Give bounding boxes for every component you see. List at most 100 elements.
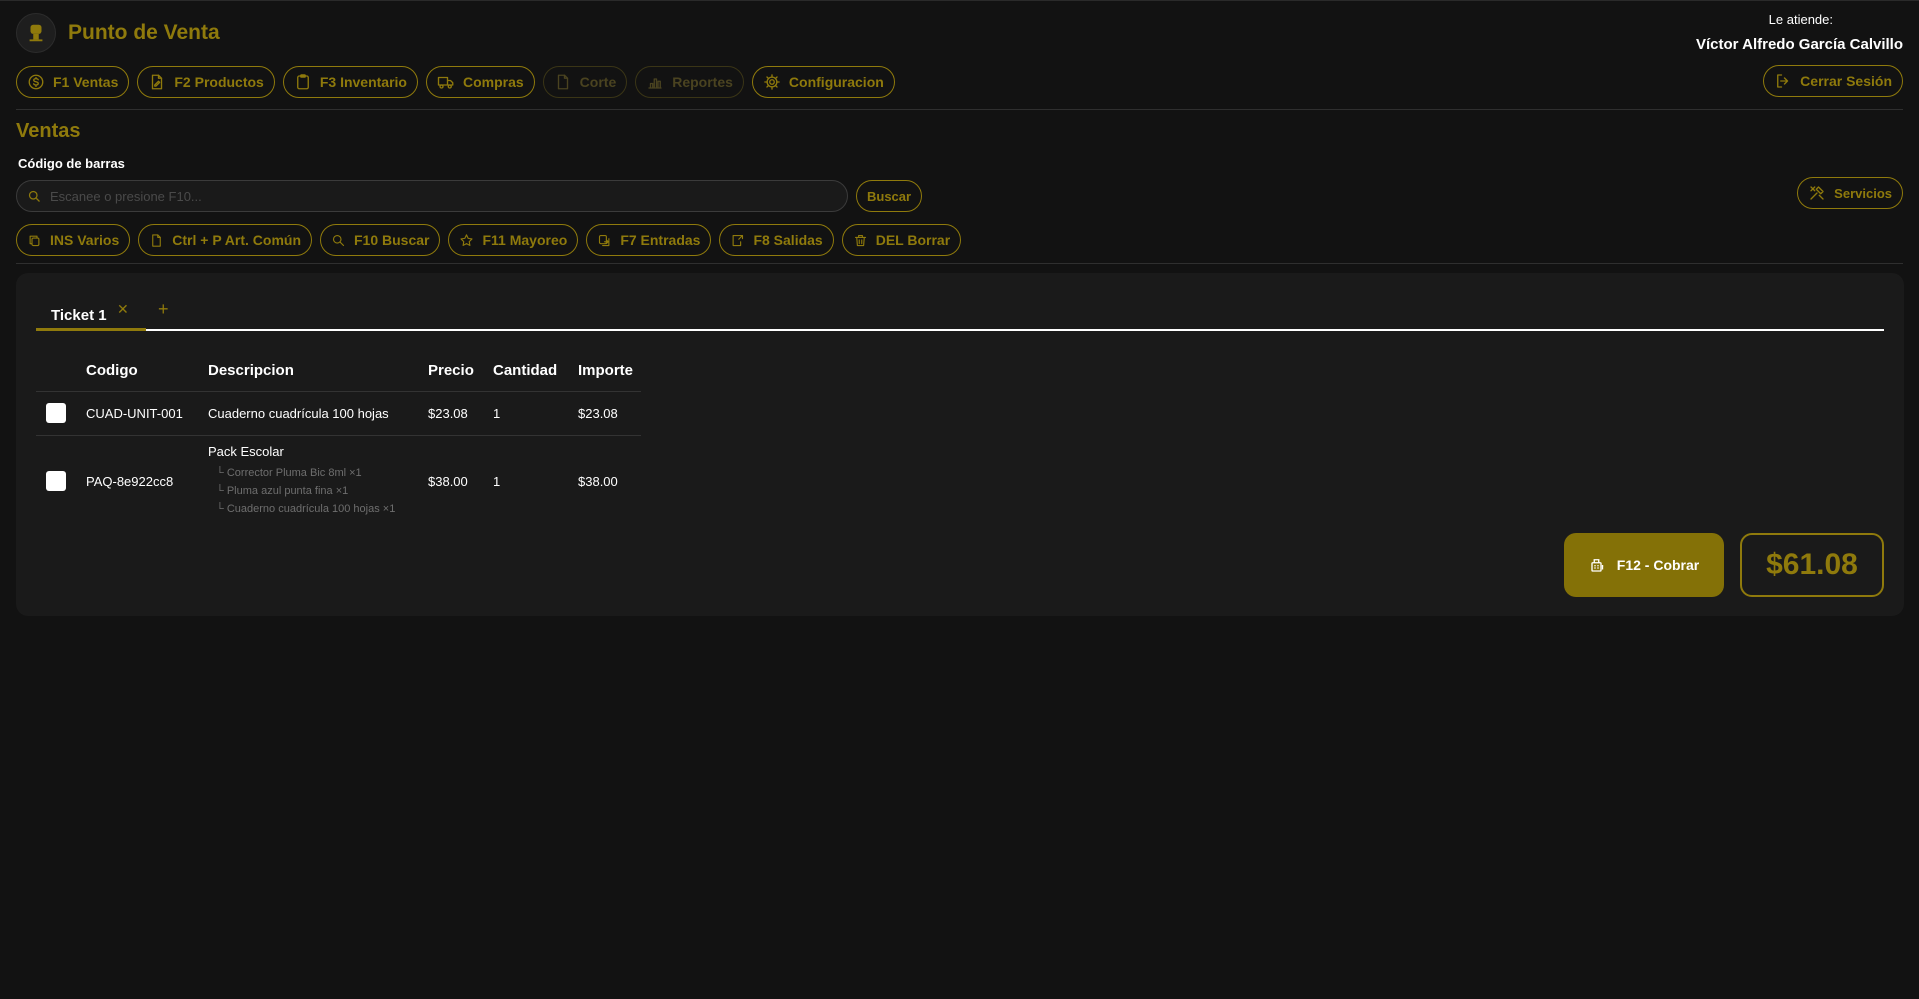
logout-button[interactable]: Cerrar Sesión <box>1763 65 1903 97</box>
exit-icon <box>733 234 744 246</box>
row-select-cell <box>36 435 78 527</box>
dollar-icon <box>28 74 44 90</box>
clipboard-icon <box>296 74 309 90</box>
action-buscar[interactable]: F10 Buscar <box>320 224 441 256</box>
table-header-row: Codigo Descripcion Precio Cantidad Impor… <box>36 351 642 392</box>
row-checkbox[interactable] <box>46 471 66 492</box>
header-divider <box>16 109 1903 110</box>
action-entradas[interactable]: F7 Entradas <box>586 224 712 256</box>
cash-register-icon <box>1591 559 1604 572</box>
nav-productos[interactable]: F2 Productos <box>137 66 275 98</box>
action-label: F11 Mayoreo <box>482 232 568 248</box>
action-mayoreo[interactable]: F11 Mayoreo <box>448 224 579 256</box>
action-label: DEL Borrar <box>875 232 951 248</box>
search-icon <box>28 190 40 202</box>
action-salidas[interactable]: F8 Salidas <box>719 224 834 256</box>
file-icon <box>557 74 568 90</box>
nav-configuracion[interactable]: Configuracion <box>751 66 895 98</box>
file-icon <box>152 233 162 247</box>
cell-price: $38.00 <box>428 473 468 489</box>
nav-configuracion-label: Configuracion <box>788 74 884 90</box>
nav-reportes-label: Reportes <box>672 74 733 90</box>
nav-productos-label: F2 Productos <box>174 74 264 90</box>
nav-inventario-label: F3 Inventario <box>319 74 407 90</box>
nav-ventas-label: F1 Ventas <box>53 74 119 90</box>
logout-icon <box>1777 74 1789 88</box>
app-title: Punto de Venta <box>68 21 220 44</box>
header-codigo: Codigo <box>78 351 200 392</box>
user-info: Le atiende: Víctor Alfredo García Calvil… <box>1696 12 1903 53</box>
package-component: └ Cuaderno cuadrícula 100 hojas ×1 <box>216 503 396 516</box>
total-amount: $61.08 <box>1740 533 1884 597</box>
barcode-input[interactable] <box>50 188 847 204</box>
close-icon[interactable]: ✕ <box>117 301 129 318</box>
tab-label: Ticket 1 <box>51 307 107 324</box>
ticket-panel: Ticket 1 ✕ + Codigo Descripcion Precio C… <box>16 273 1904 616</box>
action-label: INS Varios <box>50 232 120 248</box>
search-button[interactable]: Buscar <box>856 180 923 212</box>
cell-code: PAQ-8e922cc8 <box>86 473 174 489</box>
servicios-button[interactable]: Servicios <box>1797 177 1903 209</box>
table-row[interactable]: CUAD-UNIT-001 Cuaderno cuadrícula 100 ho… <box>36 391 642 436</box>
cell-qty: 1 <box>485 391 570 436</box>
package-component: └ Pluma azul punta fina ×1 <box>216 485 349 498</box>
servicios-label: Servicios <box>1834 185 1892 201</box>
cell-qty: 1 <box>493 473 501 489</box>
app-header: Punto de Venta <box>16 13 220 53</box>
barcode-search <box>16 180 848 212</box>
ticket-table: Codigo Descripcion Precio Cantidad Impor… <box>36 351 642 527</box>
logout-label: Cerrar Sesión <box>1800 73 1892 89</box>
nav-corte[interactable]: Corte <box>542 66 628 98</box>
truck-icon <box>437 76 454 89</box>
cell-description: Cuaderno cuadrícula 100 hojas <box>200 391 420 436</box>
nav-corte-label: Corte <box>579 74 617 90</box>
header-cantidad: Cantidad <box>485 351 570 392</box>
header-precio: Precio <box>420 351 485 392</box>
nav-reportes[interactable]: Reportes <box>635 66 744 98</box>
app-logo <box>16 13 56 53</box>
user-name: Víctor Alfredo García Calvillo <box>1695 36 1903 53</box>
action-label: Ctrl + P Art. Común <box>172 232 301 248</box>
action-label: F7 Entradas <box>620 232 701 248</box>
main-nav: F1 Ventas F2 Productos F3 Inventario Com… <box>16 66 895 98</box>
barcode-label: Código de barras <box>18 156 125 171</box>
tools-icon <box>1810 186 1824 200</box>
gear-icon <box>764 74 780 90</box>
page-title: Ventas <box>16 120 81 142</box>
cell-description: Pack Escolar └ Corrector Pluma Bic 8ml ×… <box>200 435 420 527</box>
cell-amount: $38.00 <box>578 473 618 489</box>
row-checkbox[interactable] <box>46 403 66 423</box>
app-window: Punto de Venta Le atiende: Víctor Alfred… <box>0 0 1919 999</box>
row-select-cell <box>36 391 78 436</box>
star-icon <box>460 233 474 246</box>
table-row[interactable]: PAQ-8e922cc8 Pack Escolar └ Corrector Pl… <box>36 435 641 527</box>
action-art-comun[interactable]: Ctrl + P Art. Común <box>138 224 312 256</box>
tab-ticket-1[interactable]: Ticket 1 ✕ <box>36 297 146 331</box>
package-name: Pack Escolar <box>208 444 284 460</box>
header-descripcion: Descripcion <box>200 351 420 392</box>
copy-icon <box>29 235 40 246</box>
action-ins-varios[interactable]: INS Varios <box>16 224 131 256</box>
toolbar-divider <box>16 263 1903 264</box>
entry-icon <box>599 234 610 246</box>
nav-compras[interactable]: Compras <box>425 66 535 98</box>
document-edit-icon <box>152 74 163 90</box>
logo-icon <box>29 24 43 42</box>
action-label: F10 Buscar <box>354 232 430 248</box>
package-component: └ Corrector Pluma Bic 8ml ×1 <box>216 467 362 480</box>
action-borrar[interactable]: DEL Borrar <box>841 224 962 256</box>
cell-price: $23.08 <box>420 391 485 436</box>
select-header <box>36 351 78 392</box>
checkout-label: F12 - Cobrar <box>1616 557 1700 573</box>
nav-inventario[interactable]: F3 Inventario <box>282 66 418 98</box>
search-icon <box>332 234 345 246</box>
checkout-button[interactable]: F12 - Cobrar <box>1564 533 1724 597</box>
nav-compras-label: Compras <box>462 74 524 90</box>
bar-chart-icon <box>648 78 662 89</box>
action-label: F8 Salidas <box>753 232 823 248</box>
user-label: Le atiende: <box>1768 12 1833 27</box>
cell-amount: $23.08 <box>570 391 642 436</box>
action-bar: INS Varios Ctrl + P Art. Común F10 Busca… <box>16 224 962 256</box>
nav-ventas[interactable]: F1 Ventas <box>16 66 130 98</box>
add-tab-button[interactable]: + <box>158 299 169 320</box>
